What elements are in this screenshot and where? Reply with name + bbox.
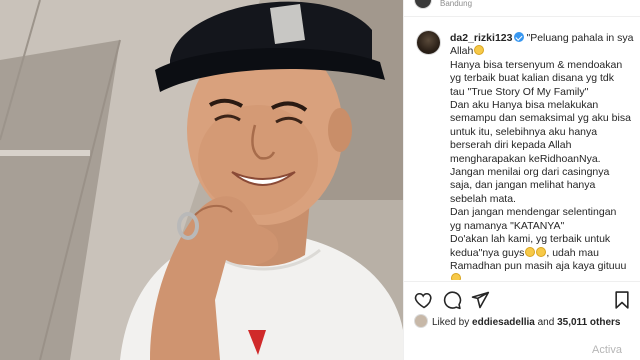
post-photo[interactable] [0,0,403,360]
caption-line: Do'akan lah kami, yg terbaik untuk [450,233,611,246]
caption-line: semampu dan semaksimal yg aku bisa [450,112,631,125]
caption-text: da2_rizki123 "Peluang pahala in sya Allah… [450,32,635,280]
emoji-icon [536,246,547,257]
caption-line: tau "True Story Of My Family" [450,85,589,98]
caption-line: Dan jangan mendengar selentingan [450,206,617,219]
post-header: Bandung [404,0,640,17]
caption-line: Hanya bisa tersenyum & mendoakan [450,58,623,71]
likes-connector: and [537,317,555,328]
caption-line: yg namanya "KATANYA" [450,219,565,232]
caption-line: untuk itu, selebihnya aku hanya [450,125,598,138]
caption-line: Dan aku Hanya bisa melakukan [450,99,599,112]
comment-icon[interactable] [442,290,462,310]
caption-line: Allah [450,45,474,58]
post-side-panel: Bandung da2_rizki123 "Peluang pahala in s… [403,0,640,360]
caption-line: yg terbaik buat kalian disana yg tdk [450,72,615,85]
emoji-icon [474,45,485,56]
emoji-icon [525,246,536,257]
caption-line: mengharapakan keRidhoanNya. [450,152,601,165]
heart-icon[interactable] [414,290,434,310]
verified-badge-icon [514,32,525,42]
share-icon[interactable] [470,290,490,310]
post-location[interactable]: Bandung [440,0,472,8]
caption-line: Jangan menilai org dari casingnya [450,166,610,179]
activation-watermark: Activa [592,344,622,356]
caption-line: berserah diri kepada Allah [450,139,572,152]
header-avatar[interactable] [414,0,432,9]
actions-divider [404,281,640,282]
liker-username[interactable]: eddiesadellia [472,317,535,328]
caption-line: "Peluang pahala in sya [526,32,634,44]
selfie-illustration [0,0,403,360]
caption-line: kedua"nya guys [450,246,525,259]
caption-line: , udah mau [546,246,599,259]
post-actions [404,286,640,312]
caption-line: saja, dan jangan melihat hanya [450,179,596,192]
caption-line: sebelah mata. [450,192,516,205]
likes-summary: Liked by eddiesadellia and 35,011 others [414,314,639,330]
author-avatar[interactable] [416,30,441,55]
author-username[interactable]: da2_rizki123 [450,32,512,44]
likes-prefix: Liked by [432,317,470,328]
caption-line: Ramadhan pun masih aja kaya gituuu [450,259,627,272]
emoji-icon [451,273,461,280]
post-caption: da2_rizki123 "Peluang pahala in sya Allah… [404,24,640,280]
liker-avatar [414,314,428,328]
bookmark-icon[interactable] [612,290,632,310]
likes-count[interactable]: 35,011 others [557,317,620,328]
